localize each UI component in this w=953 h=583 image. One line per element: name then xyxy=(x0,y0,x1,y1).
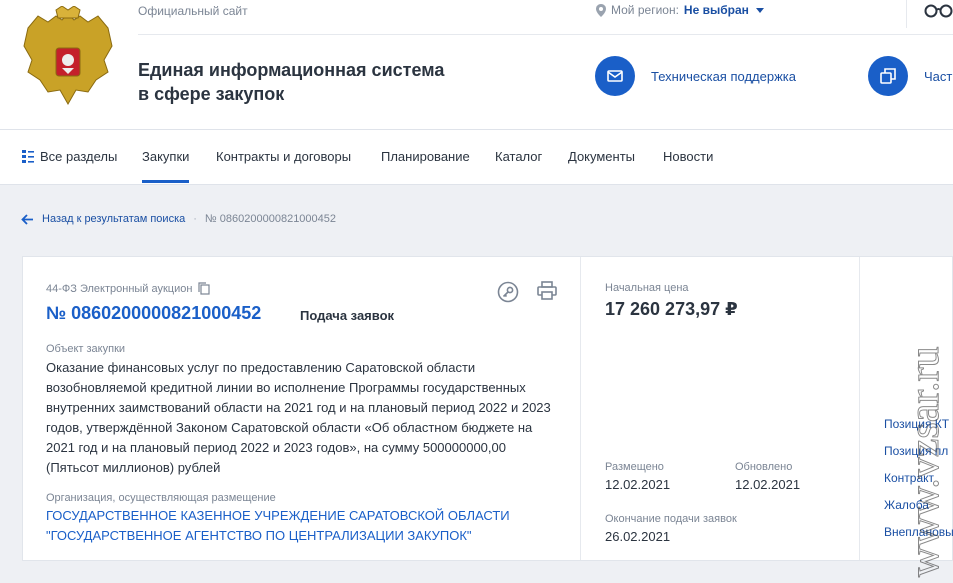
deadline-label: Окончание подачи заявок xyxy=(605,513,737,525)
print-icon[interactable] xyxy=(537,281,557,301)
nav-planning[interactable]: Планирование xyxy=(381,149,470,164)
law-type-label: 44-ФЗ Электронный аукцион xyxy=(46,282,193,295)
faq-label: Част xyxy=(924,68,953,84)
coat-of-arms-emblem[interactable] xyxy=(18,6,118,112)
deadline-date-block: Окончание подачи заявок 26.02.2021 xyxy=(605,513,737,544)
mail-icon xyxy=(595,56,635,96)
support-label: Техническая поддержка xyxy=(651,68,796,84)
updated-date: 12.02.2021 xyxy=(735,477,801,492)
nav-contracts[interactable]: Контракты и договоры xyxy=(216,149,351,164)
object-label: Объект закупки xyxy=(46,343,126,355)
region-value[interactable]: Не выбран xyxy=(684,3,749,17)
copy-icon[interactable] xyxy=(198,282,211,295)
updated-label: Обновлено xyxy=(735,461,793,473)
updated-date-block: Обновлено 12.02.2021 xyxy=(735,461,800,492)
arrow-left-icon[interactable] xyxy=(21,213,34,225)
support-link[interactable]: Техническая поддержка xyxy=(595,56,796,96)
watermark-text: www.vzsar.ru xyxy=(902,346,948,577)
breadcrumb: Назад к результатам поиска · № 086020000… xyxy=(21,213,336,225)
header-divider xyxy=(138,34,953,35)
nav-documents[interactable]: Документы xyxy=(568,149,635,164)
site-title-line2: в сфере закупок xyxy=(138,84,285,104)
nav-news[interactable]: Новости xyxy=(663,149,713,164)
main-nav: Все разделы Закупки Контракты и договоры… xyxy=(0,130,953,185)
site-title[interactable]: Единая информационная система в сфере за… xyxy=(138,58,468,106)
nav-all-sections[interactable]: Все разделы xyxy=(22,149,117,164)
placed-date: 12.02.2021 xyxy=(605,477,671,492)
site-title-line1: Единая информационная система xyxy=(138,60,445,80)
breadcrumb-separator: · xyxy=(193,213,197,225)
location-pin-icon xyxy=(596,3,606,17)
nav-catalog[interactable]: Каталог xyxy=(495,149,542,164)
region-label: Мой регион: xyxy=(611,3,679,17)
organization-link[interactable]: ГОСУДАРСТВЕННОЕ КАЗЕННОЕ УЧРЕЖДЕНИЕ САРА… xyxy=(46,506,566,546)
object-description: Оказание финансовых услуг по предоставле… xyxy=(46,360,551,475)
header-vertical-divider xyxy=(906,0,907,28)
site-header: Официальный сайт Единая информационная с… xyxy=(0,0,953,130)
menu-grid-icon xyxy=(22,150,34,163)
card-divider xyxy=(580,257,581,560)
faq-icon xyxy=(868,56,908,96)
placed-date-block: Размещено 12.02.2021 xyxy=(605,461,670,492)
placed-label: Размещено xyxy=(605,461,664,473)
initial-price: 17 260 273,97 ₽ xyxy=(605,299,738,319)
law-type: 44-ФЗ Электронный аукцион xyxy=(46,282,211,295)
faq-link[interactable]: Част xyxy=(868,56,952,96)
nav-all-label: Все разделы xyxy=(40,149,118,164)
back-to-results-link[interactable]: Назад к результатам поиска xyxy=(42,213,185,225)
region-selector[interactable]: Мой регион: Не выбран xyxy=(596,3,764,17)
card-divider xyxy=(859,257,860,560)
breadcrumb-current: № 0860200000821000452 xyxy=(204,213,337,225)
price-label: Начальная цена xyxy=(605,282,689,294)
deadline-date: 26.02.2021 xyxy=(605,529,671,544)
procurement-stage: Подача заявок xyxy=(300,308,395,323)
official-site-label: Официальный сайт xyxy=(138,4,248,18)
procurement-number[interactable]: № 0860200000821000452 xyxy=(46,303,261,324)
nav-zakupki[interactable]: Закупки xyxy=(142,149,190,183)
organization-label: Организация, осуществляющая размещение xyxy=(46,492,276,504)
key-icon[interactable] xyxy=(497,281,519,303)
accessibility-glasses-icon[interactable] xyxy=(924,4,953,18)
watermark: www.vzsar.ru xyxy=(902,346,949,578)
procurement-card: 44-ФЗ Электронный аукцион № 086020000082… xyxy=(22,256,953,561)
chevron-down-icon xyxy=(755,7,764,13)
